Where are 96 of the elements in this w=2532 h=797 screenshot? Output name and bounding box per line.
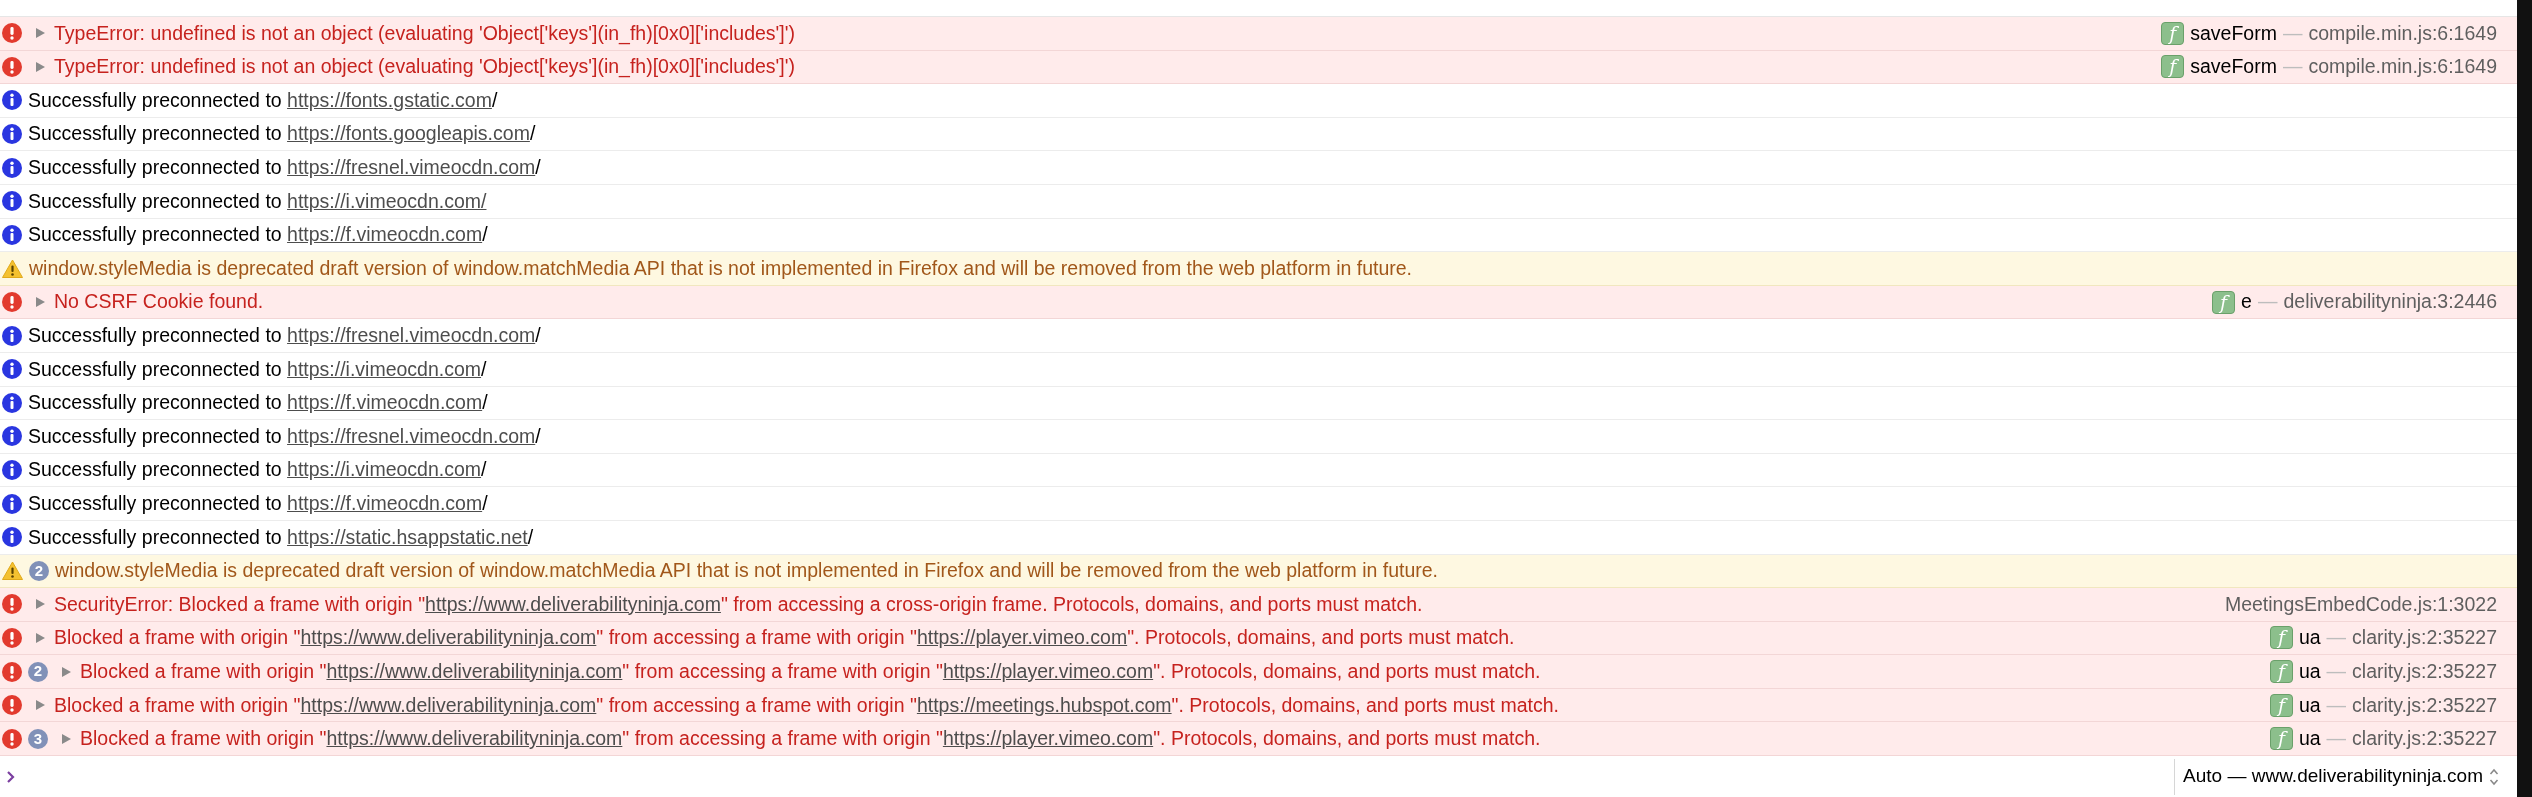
log-message: window.styleMedia is deprecated draft version of window.matchMedia API that is not implemented in Firefox and will be removed from the web platform in future. xyxy=(55,558,1438,584)
error-icon xyxy=(2,56,22,77)
log-message: No CSRF Cookie found. xyxy=(54,289,264,315)
source-location-link[interactable]: compile.min.js:6:1649 xyxy=(2308,18,2497,48)
url-link[interactable]: https://static.hsappstatic.net xyxy=(287,525,528,548)
source-location-link[interactable]: deliverabilityninja:3:2446 xyxy=(2283,287,2497,317)
function-icon: f xyxy=(2269,626,2293,650)
log-message: Blocked a frame with origin "https://www.deliverabilityninja.com" from accessing a frame with origin "https://player.vimeo.com". Protocols, domains, and ports must match. xyxy=(80,726,1541,752)
log-message: TypeError: undefined is not an object (evaluating 'Object['keys'](in_fh)[0x0]['includes']') xyxy=(54,20,795,47)
separator-dash: — xyxy=(2257,289,2278,315)
function-icon: f xyxy=(2269,727,2293,751)
separator-dash: — xyxy=(2326,658,2347,684)
error-icon xyxy=(2,728,22,749)
prompt-chevron-icon xyxy=(6,769,16,784)
log-message: SecurityError: Blocked a frame with origin "https://www.deliverabilityninja.com" from accessing a cross-origin frame. Protocols, domains, and ports must match. xyxy=(54,591,1423,617)
disclosure-triangle-icon[interactable] xyxy=(34,60,46,73)
log-message: Successfully preconnected to https://static.hsappstatic.net/ xyxy=(28,524,534,550)
warning-icon xyxy=(2,561,23,581)
log-message: Successfully preconnected to https://fonts.gstatic.com/ xyxy=(28,87,498,113)
log-message: Blocked a frame with origin "https://www.deliverabilityninja.com" from accessing a frame with origin "https://player.vimeo.com". Protocols, domains, and ports must match. xyxy=(80,658,1541,684)
separator-dash: — xyxy=(2326,625,2347,651)
separator-dash: — xyxy=(2282,20,2303,46)
log-message: Successfully preconnected to https://f.vimeocdn.com/ xyxy=(28,390,488,416)
url-link[interactable]: https://fresnel.vimeocdn.com xyxy=(287,324,536,346)
error-icon xyxy=(2,628,22,648)
disclosure-triangle-icon[interactable] xyxy=(60,732,72,745)
url-link[interactable]: https://f.vimeocdn.com xyxy=(287,391,483,414)
separator-dash: — xyxy=(2326,692,2347,718)
function-name: saveForm xyxy=(2190,20,2277,46)
disclosure-triangle-icon[interactable] xyxy=(34,296,46,309)
source-location-link[interactable]: compile.min.js:6:1649 xyxy=(2308,52,2497,82)
log-message: Successfully preconnected to https://i.vimeocdn.com/ xyxy=(28,457,487,483)
function-name: e xyxy=(2241,289,2252,315)
source-location-link[interactable]: MeetingsEmbedCode.js:1:3022 xyxy=(2224,589,2497,619)
log-message: Blocked a frame with origin "https://www.deliverabilityninja.com" from accessing a frame with origin "https://meetings.hubspot.com". Protocols, domains, and ports must match. xyxy=(54,692,1559,718)
url-link[interactable]: https://i.vimeocdn.com/ xyxy=(287,189,487,212)
disclosure-triangle-icon[interactable] xyxy=(34,27,46,40)
function-icon: f xyxy=(2212,290,2236,314)
function-icon: f xyxy=(2269,693,2293,717)
source-location-link[interactable]: clarity.js:2:35227 xyxy=(2352,623,2497,653)
function-name: saveForm xyxy=(2190,54,2277,80)
url-link[interactable]: https://www.deliverabilityninja.com xyxy=(425,592,721,615)
function-name: ua xyxy=(2298,692,2321,718)
source-location-link[interactable]: clarity.js:2:35227 xyxy=(2352,724,2497,754)
error-icon xyxy=(2,23,22,44)
function-name: ua xyxy=(2298,658,2321,684)
separator-dash: — xyxy=(2282,54,2303,80)
url-link[interactable]: https://player.vimeo.com xyxy=(942,659,1154,682)
log-message: Successfully preconnected to https://fonts.googleapis.com/ xyxy=(28,121,536,147)
log-message: window.styleMedia is deprecated draft version of window.matchMedia API that is not implemented in Firefox and will be removed from the web platform in future. xyxy=(29,255,1412,281)
url-link[interactable]: https://fresnel.vimeocdn.com xyxy=(287,156,536,179)
repeat-count-badge: 2 xyxy=(29,560,49,581)
function-icon: f xyxy=(2161,55,2185,79)
log-message: Successfully preconnected to https://i.vimeocdn.com/ xyxy=(28,188,487,214)
url-link[interactable]: https://fresnel.vimeocdn.com xyxy=(287,424,536,447)
repeat-count-badge: 2 xyxy=(28,661,48,682)
url-link[interactable]: https://i.vimeocdn.com xyxy=(287,357,482,380)
url-link[interactable]: https://fonts.gstatic.com xyxy=(287,88,492,111)
disclosure-triangle-icon[interactable] xyxy=(60,665,72,678)
separator-dash: — xyxy=(2326,726,2347,752)
error-icon xyxy=(2,695,22,716)
log-message: Successfully preconnected to https://f.vimeocdn.com/ xyxy=(28,491,488,516)
error-icon xyxy=(2,661,22,682)
url-link[interactable]: https://f.vimeocdn.com xyxy=(287,492,483,514)
repeat-count-badge: 3 xyxy=(28,728,48,749)
log-message: Successfully preconnected to https://fresnel.vimeocdn.com/ xyxy=(28,423,541,449)
error-icon xyxy=(2,292,22,313)
log-message: Successfully preconnected to https://fresnel.vimeocdn.com/ xyxy=(28,155,541,181)
url-link[interactable]: https://www.deliverabilityninja.com xyxy=(326,727,623,750)
function-name: ua xyxy=(2298,726,2321,752)
function-name: ua xyxy=(2298,625,2321,651)
disclosure-triangle-icon[interactable] xyxy=(34,699,46,712)
disclosure-triangle-icon[interactable] xyxy=(34,598,46,611)
function-icon: f xyxy=(2269,660,2293,684)
log-message: Successfully preconnected to https://f.vimeocdn.com/ xyxy=(28,222,488,248)
url-link[interactable]: https://i.vimeocdn.com xyxy=(287,458,482,481)
log-message: TypeError: undefined is not an object (evaluating 'Object['keys'](in_fh)[0x0]['includes']') xyxy=(54,54,795,80)
function-icon: f xyxy=(2161,21,2185,45)
url-link[interactable]: https://www.deliverabilityninja.com xyxy=(300,626,597,649)
url-link[interactable]: https://www.deliverabilityninja.com xyxy=(326,659,623,682)
url-link[interactable]: https://f.vimeocdn.com xyxy=(287,223,483,246)
warning-icon xyxy=(2,258,23,278)
log-message: Successfully preconnected to https://i.vimeocdn.com/ xyxy=(28,356,487,382)
url-link[interactable]: https://player.vimeo.com xyxy=(916,626,1128,649)
error-icon xyxy=(2,594,22,615)
url-link[interactable]: https://meetings.hubspot.com xyxy=(916,693,1172,716)
source-location-link[interactable]: clarity.js:2:35227 xyxy=(2352,656,2497,687)
disclosure-triangle-icon[interactable] xyxy=(34,632,46,644)
source-location-link[interactable]: clarity.js:2:35227 xyxy=(2352,690,2497,720)
url-link[interactable]: https://fonts.googleapis.com xyxy=(287,122,530,145)
url-link[interactable]: https://www.deliverabilityninja.com xyxy=(300,693,597,716)
url-link[interactable]: https://player.vimeo.com xyxy=(942,727,1154,750)
up-down-chevron-icon xyxy=(2489,767,2499,786)
log-message: Successfully preconnected to https://fresnel.vimeocdn.com/ xyxy=(28,323,541,348)
log-message: Blocked a frame with origin "https://www.deliverabilityninja.com" from accessing a frame with origin "https://player.vimeo.com". Protocols, domains, and ports must match. xyxy=(54,625,1515,651)
execution-context-selector[interactable]: Auto — www.deliverabilityninja.com xyxy=(2183,762,2499,791)
